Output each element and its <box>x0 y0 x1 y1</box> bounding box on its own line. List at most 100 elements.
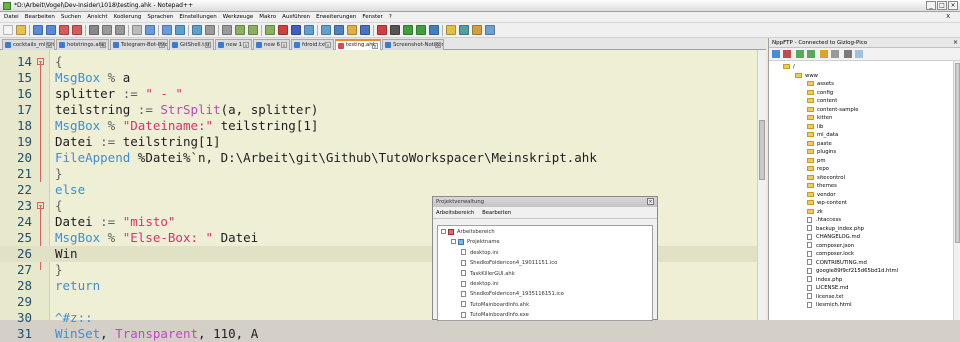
paste-icon[interactable] <box>132 25 142 35</box>
tab-1[interactable]: cocktails_ml.txt × <box>2 39 55 50</box>
code-line[interactable]: 16 splitter := " - " <box>0 86 766 102</box>
save-icon[interactable] <box>33 25 43 35</box>
tab-close-icon[interactable]: × <box>281 42 287 48</box>
tab-close-icon[interactable]: × <box>205 42 211 48</box>
tab-close-icon[interactable]: × <box>435 42 441 48</box>
save-all-icon[interactable] <box>46 25 56 35</box>
scrollbar-thumb[interactable] <box>759 120 765 180</box>
ftp-scrollbar[interactable] <box>953 61 960 320</box>
ftp-file-item[interactable]: liesmich.html <box>807 301 852 310</box>
menu-item[interactable]: Sprachen <box>147 12 173 22</box>
ftp-icon[interactable] <box>459 25 469 35</box>
ftp-scrollbar-thumb[interactable] <box>955 63 960 243</box>
project-tree-item[interactable]: ShedkoFoldericon4_1935116151.ico <box>461 290 564 299</box>
code-line[interactable]: 18 MsgBox % "Dateiname:" teilstring[1] <box>0 118 766 134</box>
menu-item[interactable]: Fenster <box>362 12 382 22</box>
record-macro-icon[interactable] <box>377 25 387 35</box>
ftp-folder-item[interactable]: assets <box>807 80 834 89</box>
project-tree-item[interactable]: desktop.ini <box>461 249 499 258</box>
cut-icon[interactable] <box>102 25 112 35</box>
connect-icon[interactable] <box>772 50 780 58</box>
print-icon[interactable] <box>89 25 99 35</box>
tab-close-icon[interactable]: × <box>372 43 378 49</box>
ftp-file-item[interactable]: LICENSE.md <box>807 284 848 293</box>
menu-item[interactable]: Ansicht <box>87 12 107 22</box>
word-wrap-icon[interactable] <box>265 25 275 35</box>
new-file-icon[interactable] <box>3 25 13 35</box>
project-tree-item[interactable]: TaskKillerGUI.ahk <box>461 270 515 279</box>
settings-icon[interactable] <box>844 50 852 58</box>
function-list-icon[interactable] <box>334 25 344 35</box>
save-macro-icon[interactable] <box>429 25 439 35</box>
sync-v-icon[interactable] <box>235 25 245 35</box>
minimize-button[interactable]: _ <box>926 1 936 10</box>
project-tree-item[interactable]: Arbeitsbereich <box>441 228 495 237</box>
project-menu-bearbeiten[interactable]: Bearbeiten <box>482 210 511 216</box>
close-button[interactable]: × <box>948 1 958 10</box>
zoom-out-icon[interactable] <box>222 25 232 35</box>
project-tree-item[interactable]: TutoMainboardInfo.ahk <box>461 301 529 310</box>
ftp-close-button[interactable]: × <box>953 39 958 47</box>
ftp-folder-item[interactable]: kitten <box>807 114 832 123</box>
ftp-file-item[interactable]: google89f9cf215d65bd1d.html <box>807 267 898 276</box>
copy-icon[interactable] <box>115 25 125 35</box>
fold-toggle-icon[interactable] <box>37 202 44 209</box>
ftp-folder-item[interactable]: vendor <box>807 191 836 200</box>
project-icon[interactable] <box>472 25 482 35</box>
code-line[interactable]: 17 teilstring := StrSplit(a, splitter) <box>0 102 766 118</box>
code-line[interactable]: 31 WinSet, Transparent, 110, A <box>0 326 766 342</box>
code-line[interactable]: 15 MsgBox % a <box>0 70 766 86</box>
menu-item[interactable]: Kodierung <box>114 12 142 22</box>
project-tree-item[interactable]: TutoMainboardInfo.exe <box>461 311 529 320</box>
ftp-file-item[interactable]: CHANGELOG.md <box>807 233 860 242</box>
play-multi-icon[interactable] <box>416 25 426 35</box>
ftp-file-item[interactable]: composer.lock <box>807 250 854 259</box>
menu-item[interactable]: Makro <box>259 12 276 22</box>
ftp-folder-item[interactable]: plugins <box>807 148 836 157</box>
ftp-file-item[interactable]: backup_index.php <box>807 225 864 234</box>
ftp-file-item[interactable]: index.php <box>807 276 842 285</box>
ftp-folder-item[interactable]: content <box>807 97 837 106</box>
ftp-folder-item[interactable]: content-sample <box>807 106 858 115</box>
title-bar[interactable]: *D:\Arbeit\Vogel\Dev-Insider\1018\testin… <box>0 0 960 12</box>
ftp-folder-item[interactable]: pm <box>807 157 826 166</box>
ftp-folder-item[interactable]: sitecontrol <box>807 174 845 183</box>
code-line[interactable]: 14 { <box>0 54 766 70</box>
code-line[interactable]: 19 Datei := teilstring[1] <box>0 134 766 150</box>
ftp-folder-item[interactable]: paste <box>807 140 832 149</box>
tab-close-icon[interactable]: × <box>159 42 165 48</box>
close-icon[interactable] <box>59 25 69 35</box>
ftp-file-item[interactable]: CONTRIBUTING.md <box>807 259 867 268</box>
tab-close-icon[interactable]: × <box>243 42 249 48</box>
ftp-folder-item[interactable]: zk <box>807 208 823 217</box>
show-all-icon[interactable] <box>278 25 288 35</box>
open-file-icon[interactable] <box>16 25 26 35</box>
expander-icon[interactable] <box>451 239 456 245</box>
tab-close-icon[interactable]: × <box>100 42 106 48</box>
download-icon[interactable] <box>796 50 804 58</box>
menu-item[interactable]: Suchen <box>61 12 81 22</box>
ftp-folder-item[interactable]: lib <box>807 123 823 132</box>
menu-item[interactable]: Erweiterungen <box>316 12 356 22</box>
undo-icon[interactable] <box>145 25 155 35</box>
close-document-button[interactable]: X <box>946 12 950 23</box>
refresh-icon[interactable] <box>820 50 828 58</box>
ftp-folder-item[interactable]: / <box>783 63 795 72</box>
tab-8[interactable]: testing.ahk × <box>335 39 381 50</box>
abort-icon[interactable] <box>831 50 839 58</box>
ftp-folder-item[interactable]: www <box>795 72 818 81</box>
replace-icon[interactable] <box>192 25 202 35</box>
project-tree-item[interactable]: Projektname <box>451 238 500 247</box>
project-tree-item[interactable]: desktop.ini <box>461 280 499 289</box>
tab-5[interactable]: new 1 × <box>215 39 252 50</box>
close-all-icon[interactable] <box>72 25 82 35</box>
menu-item[interactable]: Einstellungen <box>179 12 216 22</box>
code-line[interactable]: 21} <box>0 166 766 182</box>
spell-icon[interactable] <box>446 25 456 35</box>
menu-item[interactable]: Werkzeuge <box>223 12 254 22</box>
tab-3[interactable]: Telegram-Bot-Infos.txt× <box>110 39 168 50</box>
tab-2[interactable]: hotstrings.ahk × <box>56 39 109 50</box>
menu-item[interactable]: Bearbeiten <box>25 12 55 22</box>
play-macro-icon[interactable] <box>403 25 413 35</box>
code-line[interactable]: 20 FileAppend %Datei%`n, D:\Arbeit\git\Gi… <box>0 150 766 166</box>
